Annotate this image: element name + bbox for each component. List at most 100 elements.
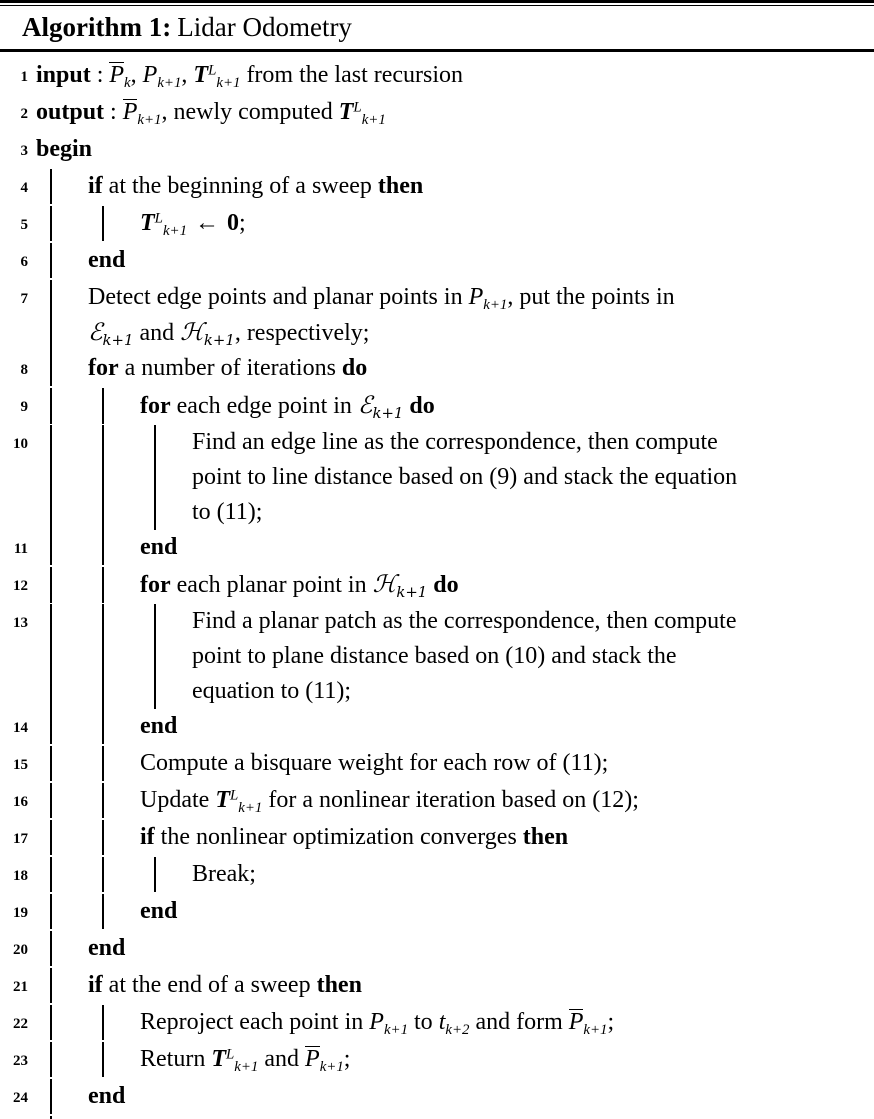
statement-part: and form	[475, 1008, 563, 1035]
line-text: Find a planar patch as the correspondenc…	[36, 604, 874, 709]
line-text: if at the beginning of a sweep then	[36, 169, 874, 204]
line-content: if at the beginning of a sweep then	[28, 168, 874, 204]
line-text: end	[36, 894, 874, 929]
line-number: 12	[13, 577, 28, 594]
statement-part: Update	[140, 786, 210, 813]
keyword-begin: begin	[36, 135, 93, 162]
keyword-if: if	[140, 823, 155, 850]
algorithm-line: 24 end	[0, 1078, 874, 1116]
line-content: if at the end of a sweep then	[28, 967, 874, 1003]
math-p-bar-k1: Pk+1	[305, 1045, 344, 1075]
condition-text: at the beginning of a sweep	[108, 172, 372, 199]
loop-range-text: a number of iterations	[124, 354, 336, 381]
algorithm-line: 9 for each edge point in ℰk+1 do	[0, 387, 874, 425]
statement-continuation: point to line distance based on (9) and …	[192, 463, 738, 490]
keyword-end: end	[88, 246, 126, 273]
keyword-do: do	[433, 571, 459, 598]
algorithm-line: 18 Break;	[0, 856, 874, 894]
algorithm-block: Algorithm 1: Lidar Odometry 1 input : Pk,…	[0, 0, 874, 1119]
line-text: for each planar point in ℋk+1 do	[36, 567, 874, 603]
line-number: 1	[20, 68, 29, 85]
loop-range-text: each planar point in	[176, 571, 367, 598]
statement-continuation: ℰk+1 and ℋk+1, respectively;	[88, 315, 874, 351]
line-text: if the nonlinear optimization converges …	[36, 820, 874, 855]
line-number: 15	[13, 756, 28, 773]
keyword-input: input	[36, 61, 91, 88]
statement-part: Find a planar patch as the correspondenc…	[192, 607, 737, 634]
keyword-if: if	[88, 172, 103, 199]
algorithm-line: 15 Compute a bisquare weight for each ro…	[0, 745, 874, 783]
algorithm-line: 4 if at the beginning of a sweep then	[0, 168, 874, 206]
colon: :	[96, 61, 104, 88]
line-content: Compute a bisquare weight for each row o…	[28, 745, 874, 781]
line-text: if at the end of a sweep then	[36, 968, 874, 1003]
line-number: 21	[13, 978, 28, 995]
line-content: Update TLk+1 for a nonlinear iteration b…	[28, 782, 874, 818]
line-number: 9	[20, 398, 29, 415]
math-E-k1: ℰk+1	[357, 390, 404, 422]
line-text: Detect edge points and planar points in …	[36, 280, 874, 351]
keyword-do: do	[409, 392, 435, 419]
math-t-k2: tk+2	[438, 1008, 470, 1038]
line-content: end	[28, 529, 874, 565]
math-p-k1: Pk+1	[369, 1008, 409, 1038]
line-text: begin	[36, 132, 874, 167]
line-content: end	[28, 242, 874, 278]
line-content: end	[28, 1078, 874, 1114]
algorithm-line: 14 end	[0, 708, 874, 746]
line-number: 5	[20, 216, 29, 233]
line-number: 17	[13, 830, 28, 847]
keyword-for: for	[140, 571, 171, 598]
assign-arrow: ←	[195, 209, 220, 236]
line-text: output : Pk+1, newly computed TLk+1	[36, 95, 874, 130]
statement-part: Return	[140, 1045, 206, 1072]
keyword-do: do	[341, 354, 368, 381]
algorithm-line: 16 Update TLk+1 for a nonlinear iteratio…	[0, 782, 874, 820]
keyword-if: if	[88, 971, 103, 998]
keyword-end: end	[140, 712, 178, 739]
line-text: for a number of iterations do	[36, 351, 874, 386]
algorithm-line: 19 end	[0, 893, 874, 931]
math-H-k1: ℋk+1	[180, 317, 235, 349]
math-T-L-k1: TLk+1	[338, 98, 386, 128]
line-text: for each edge point in ℰk+1 do	[36, 388, 874, 424]
algorithm-line: 13 Find a planar patch as the correspond…	[0, 603, 874, 709]
keyword-end: end	[88, 1082, 126, 1109]
line-number: 6	[20, 253, 29, 270]
line-text: Compute a bisquare weight for each row o…	[140, 749, 609, 776]
statement-continuation: equation to (11);	[192, 677, 352, 704]
statement-part: for a nonlinear iteration based on (12);	[268, 786, 639, 813]
line-content: Return TLk+1 and Pk+1;	[28, 1041, 874, 1077]
algorithm-line: 10 Find an edge line as the corresponden…	[0, 424, 874, 530]
statement-part: to	[414, 1008, 433, 1035]
math-T-L-k1: TLk+1	[211, 1045, 259, 1075]
condition-text: at the end of a sweep	[108, 971, 311, 998]
line-content: Find an edge line as the correspondence,…	[28, 424, 874, 530]
keyword-end: end	[140, 897, 178, 924]
math-p-bar-k1: Pk+1	[122, 98, 162, 128]
colon: :	[110, 98, 117, 125]
algorithm-line: 8 for a number of iterations do	[0, 350, 874, 388]
line-number: 20	[13, 941, 28, 958]
line-text: end	[36, 709, 874, 744]
math-T-L-k1: TLk+1	[215, 786, 263, 816]
line-number: 7	[20, 290, 29, 307]
line-number: 8	[20, 361, 29, 378]
algorithm-line: 2 output : Pk+1, newly computed TLk+1	[0, 95, 874, 132]
line-text: end	[36, 243, 874, 278]
line-content: if the nonlinear optimization converges …	[28, 819, 874, 855]
line-number: 4	[20, 179, 29, 196]
algorithm-line: 12 for each planar point in ℋk+1 do	[0, 566, 874, 604]
line-number: 19	[13, 904, 28, 921]
algorithm-caption: Algorithm 1: Lidar Odometry	[0, 6, 874, 49]
algorithm-line: 11 end	[0, 529, 874, 567]
line-number: 10	[13, 435, 28, 452]
algorithm-line: 3 begin	[0, 132, 874, 169]
statement-part: , put the points in	[507, 283, 675, 310]
line-content: for each edge point in ℰk+1 do	[28, 387, 874, 424]
line-content: end	[28, 708, 874, 744]
statement-part: and	[264, 1045, 300, 1072]
statement-continuation: to (11);	[192, 498, 263, 525]
math-p-k1: Pk+1	[468, 283, 508, 313]
keyword-for: for	[88, 354, 119, 381]
